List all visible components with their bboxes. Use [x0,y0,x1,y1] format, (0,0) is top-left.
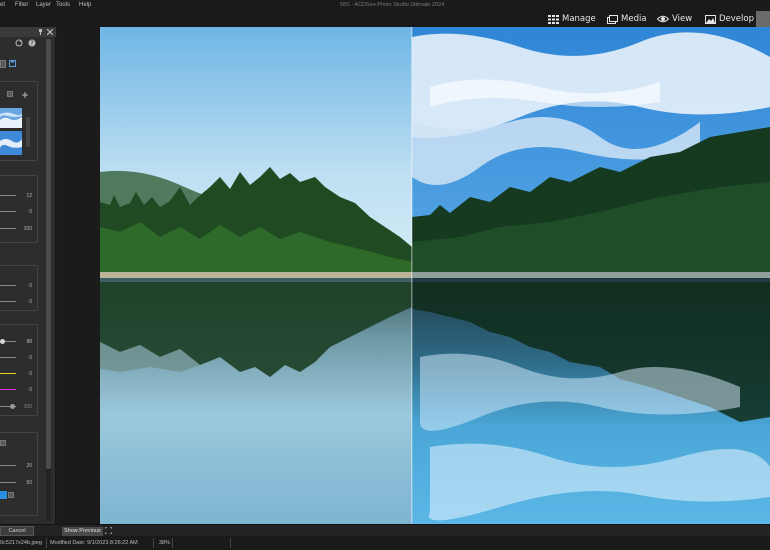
status-separator [172,538,173,548]
slider-5-value[interactable]: 0 [20,299,32,305]
add-icon[interactable] [22,92,28,98]
mode-edit-button[interactable] [756,11,770,27]
slider-6-value[interactable]: 88 [20,339,32,345]
slider-10-knob[interactable] [10,404,15,409]
sky-thumbnail-1[interactable] [0,108,22,128]
mode-view-label: View [672,14,693,24]
slider-10-value[interactable]: 100 [20,404,32,410]
status-filename: 0c5217x24b.jpeg [0,540,42,546]
color-swatch[interactable] [0,491,7,499]
panel-header [0,27,56,37]
status-separator [46,538,47,548]
menu-edit[interactable]: et [0,2,5,8]
media-icon [607,14,618,24]
adjust-section-1 [0,175,38,243]
status-separator [230,538,231,548]
edit-panel: ? 12 0 100 0 0 88 0 0 0 100 20 50 [0,27,56,524]
menu-bar: et Filter Layer Tools Help 58S - ACDSee … [0,0,770,11]
slider-magenta-value[interactable]: 0 [20,387,32,393]
status-bar: 0c5217x24b.jpeg Modified Date: 9/1/2023 … [0,536,770,550]
sky-thumbnail-2[interactable] [0,131,22,155]
thumbnail-scrollbar[interactable] [26,117,30,147]
slider-1[interactable] [0,195,16,196]
menu-tools[interactable]: Tools [56,2,70,8]
slider-4[interactable] [0,285,16,286]
show-previous-button[interactable]: Show Previous [62,527,103,536]
preset-dropdown[interactable] [0,60,6,68]
menu-filter[interactable]: Filter [15,2,28,8]
photo-preview[interactable] [100,27,770,524]
panel-scrollbar-thumb[interactable] [46,39,51,469]
slider-12-value[interactable]: 50 [20,480,32,486]
slider-yellow-value[interactable]: 0 [20,371,32,377]
pin-icon[interactable] [38,29,43,35]
slider-7[interactable] [0,357,16,358]
slider-6-knob[interactable] [0,339,5,344]
mode-develop-button[interactable]: Develop [705,12,754,26]
refresh-icon[interactable] [15,39,23,47]
status-modified-date: Modified Date: 9/1/2023 8:26:22 AM [50,540,138,546]
slider-yellow[interactable] [0,373,16,374]
slider-2-value[interactable]: 0 [20,209,32,215]
mode-view-button[interactable]: View [657,12,692,26]
save-preset-icon[interactable] [9,60,16,67]
cancel-button[interactable]: Cancel [0,526,34,536]
mode-media-button[interactable]: Media [607,12,647,26]
slider-3[interactable] [0,228,16,229]
slider-12[interactable] [0,482,16,483]
slider-11-value[interactable]: 20 [20,463,32,469]
mode-manage-button[interactable]: Manage [548,12,596,26]
color-dropdown[interactable] [8,492,14,498]
fullscreen-icon[interactable] [105,527,112,534]
slider-4-value[interactable]: 0 [20,283,32,289]
help-icon[interactable]: ? [28,39,36,47]
slider-magenta[interactable] [0,389,16,390]
sky-dropdown[interactable] [7,91,13,97]
grid-icon [548,14,559,24]
mode-bar: Manage Media View Develop [0,11,770,27]
window-title: 58S - ACDSee Photo Studio Ultimate 2024 [340,2,445,8]
status-zoom: 38% [159,540,171,546]
slider-3-value[interactable]: 100 [20,226,32,232]
slider-7-value[interactable]: 0 [20,355,32,361]
section-5-dropdown[interactable] [0,440,6,446]
menu-help[interactable]: Help [79,2,91,8]
image-canvas[interactable] [57,27,770,524]
mode-media-label: Media [621,14,647,24]
color-section [0,324,38,416]
adjust-section-2 [0,265,38,311]
action-bar: Cancel Show Previous [0,524,770,536]
develop-icon [705,14,716,24]
close-icon[interactable] [47,29,53,35]
eye-icon [657,15,669,23]
slider-5[interactable] [0,301,16,302]
panel-scrollbar[interactable] [46,39,51,521]
slider-1-value[interactable]: 12 [20,193,32,199]
svg-text:?: ? [30,40,33,47]
status-separator [153,538,154,548]
menu-layer[interactable]: Layer [36,2,51,8]
mode-manage-label: Manage [562,14,596,24]
mode-develop-label: Develop [719,14,754,24]
slider-2[interactable] [0,211,16,212]
slider-11[interactable] [0,465,16,466]
